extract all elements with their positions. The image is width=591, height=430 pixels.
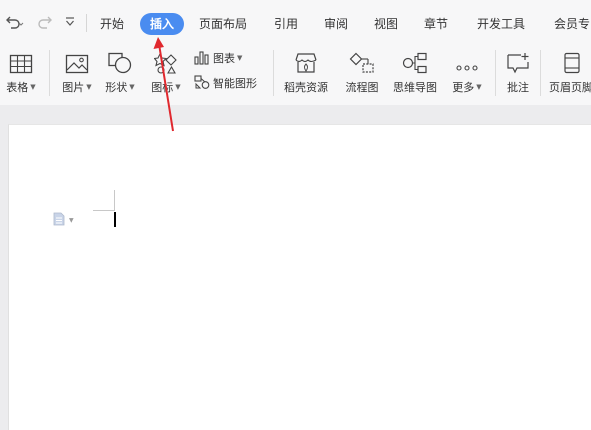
picture-label: 图片 [62, 81, 85, 94]
menu-separator [86, 14, 87, 32]
tab-sections[interactable]: 章节 [424, 13, 448, 35]
table-icon [9, 48, 33, 74]
shape-button[interactable]: 形状 ▼ [101, 48, 139, 95]
chevron-down-icon: ▼ [30, 83, 36, 91]
menu-bar: 开始 插入 页面布局 引用 审阅 视图 章节 开发工具 会员专 [0, 0, 591, 42]
tab-member[interactable]: 会员专 [554, 13, 590, 35]
margin-corner-mark [93, 210, 115, 211]
picture-button[interactable]: 图片 ▼ [58, 48, 96, 95]
daoke-resources-button[interactable]: 稻壳资源 [280, 48, 332, 95]
shape-icon [107, 48, 133, 74]
more-button[interactable]: 更多 ▼ [448, 48, 486, 95]
chart-button[interactable]: 图表 ▼ [193, 49, 242, 66]
smart-graphic-button[interactable]: 智能图形 [193, 74, 257, 91]
icon-library-icon [154, 48, 178, 74]
chevron-down-icon: ▼ [237, 53, 243, 62]
table-button[interactable]: 表格 ▼ [4, 48, 38, 95]
margin-corner-mark [114, 190, 115, 210]
table-label: 表格 [6, 81, 29, 94]
redo-icon[interactable] [35, 13, 57, 31]
paragraph-options-button[interactable]: ▼ [53, 211, 74, 230]
smart-graphic-icon [193, 74, 210, 91]
store-icon [294, 48, 318, 74]
ribbon-separator [273, 50, 274, 96]
comment-button[interactable]: 批注 [502, 48, 534, 95]
tab-review[interactable]: 审阅 [324, 13, 348, 35]
tab-references[interactable]: 引用 [274, 13, 298, 35]
tab-page-layout[interactable]: 页面布局 [199, 13, 247, 35]
tab-home[interactable]: 开始 [100, 13, 124, 35]
mindmap-icon [402, 48, 428, 74]
chevron-down-icon: ▼ [175, 83, 181, 91]
chart-label: 图表 [213, 51, 235, 65]
picture-icon [65, 48, 89, 74]
shape-label: 形状 [105, 81, 128, 94]
header-footer-label: 页眉页脚 [549, 81, 591, 94]
chart-icon [193, 49, 210, 66]
ribbon-separator [495, 50, 496, 96]
smart-graphic-label: 智能图形 [213, 76, 257, 90]
flowchart-button[interactable]: 流程图 [342, 48, 382, 95]
icon-library-button[interactable]: 图标 ▼ [147, 48, 185, 95]
undo-icon[interactable] [3, 13, 25, 31]
tab-developer-tools[interactable]: 开发工具 [477, 13, 525, 35]
flowchart-label: 流程图 [345, 81, 379, 94]
header-footer-icon [549, 48, 581, 74]
daoke-resources-label: 稻壳资源 [284, 81, 328, 94]
tab-view[interactable]: 视图 [374, 13, 398, 35]
document-page[interactable] [8, 124, 591, 430]
ribbon-separator [49, 50, 50, 96]
chevron-down-icon: ▼ [476, 83, 482, 91]
flowchart-icon [349, 48, 375, 74]
comment-icon [506, 48, 530, 74]
chevron-down-icon: ▼ [129, 83, 135, 91]
chevron-down-icon: ▼ [69, 217, 74, 224]
mindmap-label: 思维导图 [393, 81, 437, 94]
comment-label: 批注 [507, 81, 529, 94]
ribbon-separator [540, 50, 541, 96]
header-footer-button[interactable]: 页眉页脚 [549, 48, 591, 95]
tab-insert[interactable]: 插入 [140, 13, 185, 35]
ribbon-toolbar: 表格 ▼ 图片 ▼ 形状 ▼ 图标 ▼ 图表 ▼ 智能图形 稻壳资源 流程图 思… [0, 42, 591, 105]
mindmap-button[interactable]: 思维导图 [390, 48, 440, 95]
text-cursor [114, 212, 116, 227]
more-label: 更多 [452, 81, 475, 94]
customize-quick-access-icon[interactable] [63, 13, 77, 31]
document-icon [53, 211, 65, 230]
chevron-down-icon: ▼ [86, 83, 92, 91]
icon-library-label: 图标 [151, 81, 174, 94]
more-icon [456, 48, 478, 74]
